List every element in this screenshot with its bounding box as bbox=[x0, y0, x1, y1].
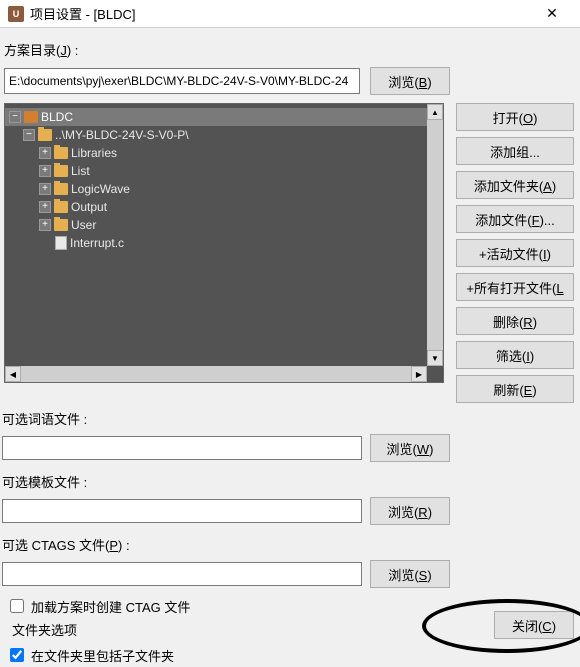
browse-button-b[interactable]: 浏览(B) bbox=[370, 67, 450, 95]
folder-icon bbox=[54, 147, 68, 159]
opt-word-file-label: 可选词语文件 : bbox=[0, 403, 580, 430]
refresh-button[interactable]: 刷新(E) bbox=[456, 375, 574, 403]
folder-icon bbox=[54, 219, 68, 231]
collapse-icon[interactable]: − bbox=[23, 129, 35, 141]
opt-template-file-label: 可选模板文件 : bbox=[0, 466, 580, 493]
tree-item-label: List bbox=[71, 164, 90, 178]
scheme-dir-input[interactable] bbox=[4, 68, 360, 94]
active-file-button[interactable]: +活动文件(I) bbox=[456, 239, 574, 267]
scroll-up-icon[interactable]: ▲ bbox=[427, 104, 443, 120]
browse-button-r[interactable]: 浏览(R) bbox=[370, 497, 450, 525]
scroll-track[interactable] bbox=[427, 120, 443, 350]
scroll-track[interactable] bbox=[21, 366, 411, 382]
all-open-files-button[interactable]: +所有打开文件(L bbox=[456, 273, 574, 301]
browse-button-s[interactable]: 浏览(S) bbox=[370, 560, 450, 588]
tree-vertical-scrollbar[interactable]: ▲ ▼ bbox=[427, 104, 443, 366]
tree-folder[interactable]: + LogicWave bbox=[5, 180, 443, 198]
filter-button[interactable]: 筛选(I) bbox=[456, 341, 574, 369]
folder-icon bbox=[38, 129, 52, 141]
folder-icon bbox=[54, 165, 68, 177]
open-button[interactable]: 打开(O) bbox=[456, 103, 574, 131]
tree-folder[interactable]: + User bbox=[5, 216, 443, 234]
tree-folder[interactable]: + Libraries bbox=[5, 144, 443, 162]
load-ctag-label: 加载方案时创建 CTAG 文件 bbox=[31, 597, 190, 616]
tree-root[interactable]: − BLDC bbox=[5, 108, 443, 126]
load-ctag-checkbox[interactable] bbox=[10, 599, 24, 613]
tree-file-label: Interrupt.c bbox=[70, 236, 124, 250]
file-icon bbox=[55, 236, 67, 250]
collapse-icon[interactable]: − bbox=[9, 111, 21, 123]
opt-ctags-file-input[interactable] bbox=[2, 562, 362, 586]
include-subfolders-label: 在文件夹里包括子文件夹 bbox=[31, 646, 174, 665]
opt-word-file-input[interactable] bbox=[2, 436, 362, 460]
expand-icon[interactable]: + bbox=[39, 201, 51, 213]
folder-icon bbox=[54, 183, 68, 195]
expand-icon[interactable]: + bbox=[39, 219, 51, 231]
tree-item-label: LogicWave bbox=[71, 182, 130, 196]
tree-file[interactable]: Interrupt.c bbox=[5, 234, 443, 252]
folder-icon bbox=[54, 201, 68, 213]
expand-icon[interactable]: + bbox=[39, 165, 51, 177]
close-button[interactable]: 关闭(C) bbox=[494, 611, 574, 639]
browse-button-w[interactable]: 浏览(W) bbox=[370, 434, 450, 462]
opt-ctags-file-label: 可选 CTAGS 文件(P) : bbox=[0, 529, 580, 556]
add-file-button[interactable]: 添加文件(F)... bbox=[456, 205, 574, 233]
scroll-left-icon[interactable]: ◀ bbox=[5, 366, 21, 382]
scheme-dir-label: 方案目录(J) : bbox=[0, 36, 580, 63]
project-tree[interactable]: − BLDC − ..\MY-BLDC-24V-S-V0-P\ + Librar… bbox=[4, 103, 444, 383]
expand-icon[interactable]: + bbox=[39, 147, 51, 159]
add-group-button[interactable]: 添加组... bbox=[456, 137, 574, 165]
folder-options-label: 文件夹选项 bbox=[0, 618, 580, 641]
window-close-button[interactable]: ✕ bbox=[532, 0, 572, 28]
scroll-right-icon[interactable]: ▶ bbox=[411, 366, 427, 382]
expand-icon[interactable]: + bbox=[39, 183, 51, 195]
tree-root-label: BLDC bbox=[41, 110, 73, 124]
tree-folder[interactable]: + List bbox=[5, 162, 443, 180]
titlebar: U 项目设置 - [BLDC] ✕ bbox=[0, 0, 580, 28]
tree-item-label: User bbox=[71, 218, 96, 232]
tree-folder[interactable]: + Output bbox=[5, 198, 443, 216]
tree-folder[interactable]: − ..\MY-BLDC-24V-S-V0-P\ bbox=[5, 126, 443, 144]
scroll-down-icon[interactable]: ▼ bbox=[427, 350, 443, 366]
project-icon bbox=[24, 111, 38, 123]
include-subfolders-checkbox[interactable] bbox=[10, 648, 24, 662]
tree-horizontal-scrollbar[interactable]: ◀ ▶ bbox=[5, 366, 427, 382]
tree-folder-label: ..\MY-BLDC-24V-S-V0-P\ bbox=[55, 128, 189, 142]
window-title: 项目设置 - [BLDC] bbox=[30, 4, 532, 23]
tree-item-label: Libraries bbox=[71, 146, 117, 160]
app-icon: U bbox=[8, 6, 24, 22]
tree-item-label: Output bbox=[71, 200, 107, 214]
add-folder-button[interactable]: 添加文件夹(A) bbox=[456, 171, 574, 199]
opt-template-file-input[interactable] bbox=[2, 499, 362, 523]
delete-button[interactable]: 删除(R) bbox=[456, 307, 574, 335]
